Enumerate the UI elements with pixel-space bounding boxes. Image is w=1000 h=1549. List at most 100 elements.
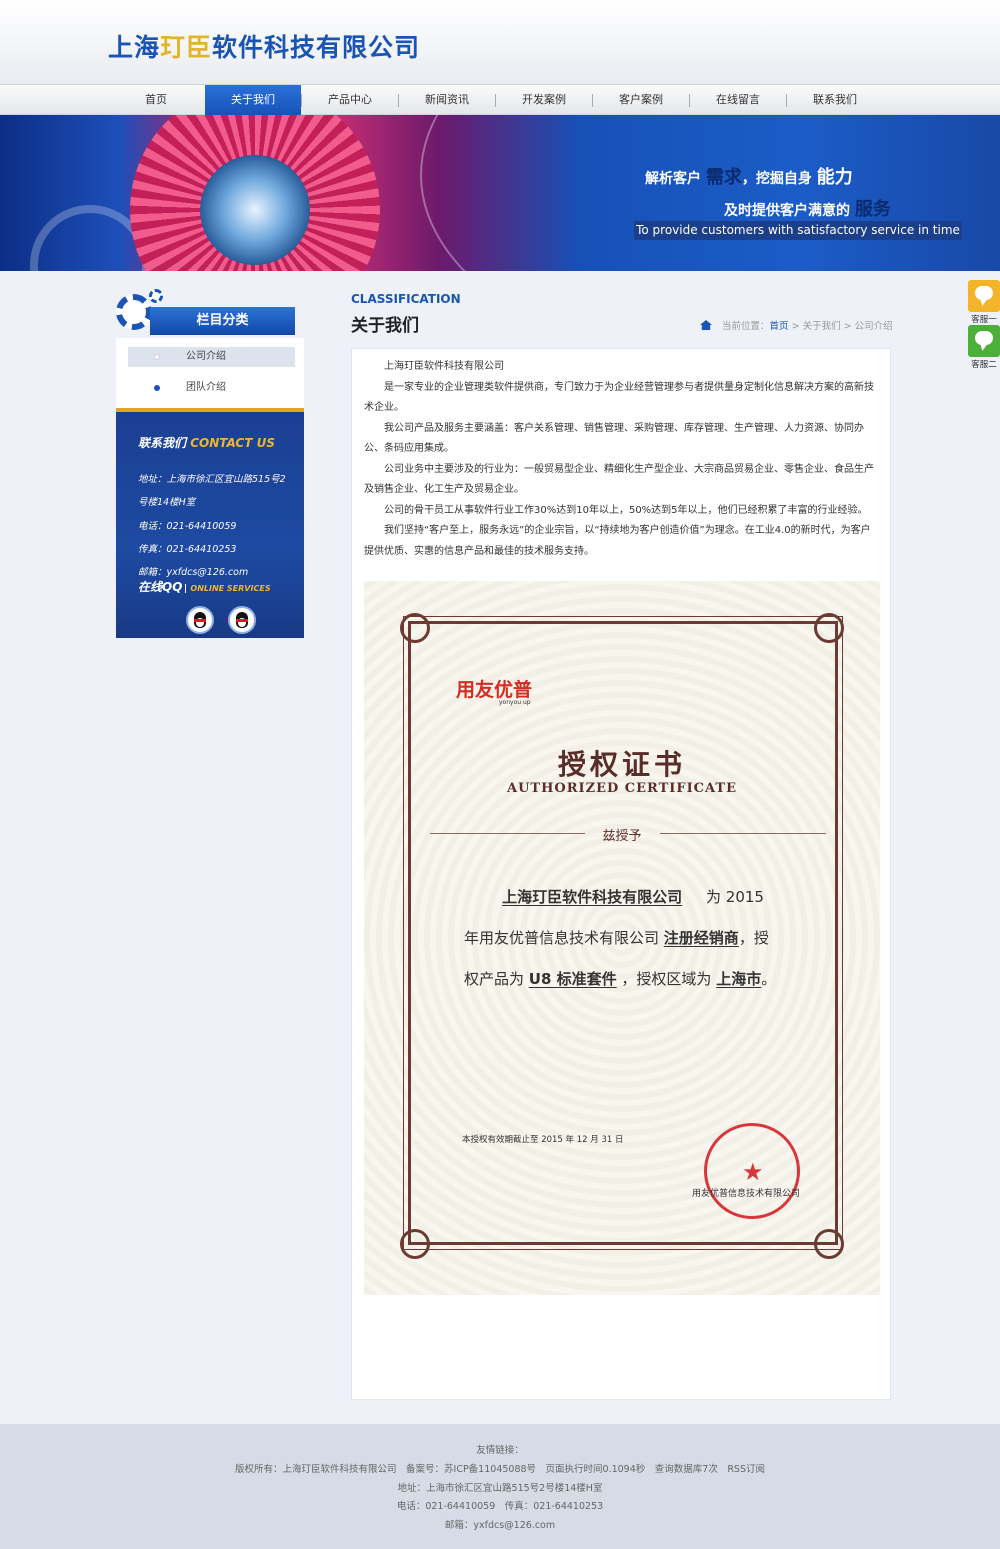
qq-penguin-icon[interactable] bbox=[186, 606, 214, 634]
small-gear-icon bbox=[149, 289, 163, 303]
breadcrumb-section-link[interactable]: 关于我们 bbox=[803, 321, 841, 332]
slogan-emphasis: 能力 bbox=[816, 167, 853, 188]
breadcrumb-separator: > bbox=[843, 321, 852, 332]
nav-item-about[interactable]: 关于我们 bbox=[205, 85, 301, 115]
banner-slogan-line2: 及时提供客户满意的 服务 bbox=[724, 195, 891, 221]
site-footer: 友情链接： 版权所有：上海玎臣软件科技有限公司 备案号：苏ICP备1104508… bbox=[0, 1424, 1000, 1549]
footer-address: 地址：上海市徐汇区宜山路515号2号楼14楼H室 bbox=[397, 1483, 603, 1494]
category-item-label: 团队介绍 bbox=[186, 382, 226, 393]
main-nav: 首页 关于我们 产品中心 新闻资讯 开发案例 客户案例 在线留言 联系我们 bbox=[0, 84, 1000, 115]
certificate-issuer: 用友优普信息技术有限公司 bbox=[692, 1189, 801, 1199]
breadcrumb-home-link[interactable]: 首页 bbox=[770, 321, 789, 332]
breadcrumb-prefix: 当前位置： bbox=[722, 321, 770, 332]
nav-item-dev-cases[interactable]: 开发案例 bbox=[496, 85, 592, 115]
category-header: 栏目分类 bbox=[116, 288, 304, 338]
certificate-validity: 本授权有效期截止至 2015 年 12 月 31 日 bbox=[462, 1135, 624, 1145]
frame-corner-ornament bbox=[400, 613, 430, 643]
intro-paragraph: 公司的骨干员工从事软件行业工作30%达到10年以上，50%达到5年以上，他们已经… bbox=[384, 504, 868, 516]
nav-item-client-cases[interactable]: 客户案例 bbox=[593, 85, 689, 115]
qq-label-en: ONLINE SERVICES bbox=[185, 584, 271, 593]
contact-title-en: CONTACT US bbox=[190, 436, 275, 450]
service-label: 客服二 bbox=[971, 360, 997, 370]
slogan-text: 解析客户 bbox=[645, 171, 701, 187]
logo-text-highlight: 玎臣 bbox=[160, 33, 213, 62]
cert-line-1: 上海玎臣软件科技有限公司 为 2015 bbox=[464, 877, 824, 918]
home-icon bbox=[700, 320, 712, 330]
nav-item-contact[interactable]: 联系我们 bbox=[787, 85, 883, 115]
qq-penguin-icon[interactable] bbox=[228, 606, 256, 634]
service-label: 客服一 bbox=[971, 315, 997, 325]
intro-paragraph: 我们坚持“客户至上，服务永远”的企业宗旨，以“持续地为客户创造价值”为理念。在工… bbox=[364, 525, 871, 557]
nav-item-news[interactable]: 新闻资讯 bbox=[399, 85, 495, 115]
intro-paragraph: 是一家专业的企业管理类软件提供商，专门致力于为企业经营管理参与者提供量身定制化信… bbox=[364, 381, 874, 414]
contact-title-cn: 联系我们 bbox=[138, 436, 187, 450]
yonyou-logo-sub: yonyou up bbox=[499, 699, 531, 706]
star-icon: ★ bbox=[742, 1158, 764, 1186]
cert-text: ，授权区域为 bbox=[621, 970, 712, 988]
contact-email: 邮箱：yxfdcs@126.com bbox=[138, 567, 249, 578]
logo-text-prefix: 上海 bbox=[108, 33, 161, 62]
contact-address: 地址：上海市徐汇区宜山路515号2 bbox=[138, 474, 286, 485]
contact-phone: 电话：021-64410059 bbox=[138, 521, 237, 532]
contact-title: 联系我们 CONTACT US bbox=[138, 434, 275, 451]
bullet-icon bbox=[154, 385, 160, 391]
company-seal: ★ bbox=[704, 1123, 800, 1219]
cert-text: 年用友优普信息技术有限公司 bbox=[464, 929, 660, 947]
slogan-text: 及时提供客户满意的 bbox=[724, 203, 850, 219]
company-intro-text: 上海玎臣软件科技有限公司 是一家专业的企业管理类软件提供商，专门致力于为企业经营… bbox=[364, 357, 880, 562]
copyright-line: 版权所有：上海玎臣软件科技有限公司 备案号：苏ICP备11045088号 页面执… bbox=[235, 1464, 765, 1475]
gear-icon bbox=[116, 294, 152, 330]
slogan-text: ，挖掘自身 bbox=[741, 171, 812, 187]
certificate-title: 授权证书 bbox=[557, 748, 686, 781]
customer-service-1[interactable]: 客服一 bbox=[968, 280, 1000, 325]
cert-line-3: 权产品为 U8 标准套件 ，授权区域为 上海市。 bbox=[464, 959, 824, 1000]
hero-banner: 解析客户 需求，挖掘自身 能力 及时提供客户满意的 服务 To provide … bbox=[0, 115, 1000, 271]
cert-text: 。 bbox=[761, 970, 777, 988]
banner-slogan-english: To provide customers with satisfactory s… bbox=[634, 221, 962, 240]
breadcrumb: 当前位置：首页 > 关于我们 > 公司介绍 bbox=[700, 318, 893, 332]
cert-text: 权产品为 bbox=[464, 970, 525, 988]
certificate-grant: 兹授予 bbox=[602, 829, 642, 844]
authorization-certificate-image: 用友优普 yonyou up 授权证书 AUTHORIZED CERTIFICA… bbox=[364, 581, 880, 1295]
banner-gear-hub bbox=[200, 155, 310, 265]
cert-product: U8 标准套件 bbox=[528, 970, 617, 988]
site-header: 上海玎臣软件科技有限公司 bbox=[0, 0, 1000, 84]
intro-paragraph: 公司业务中主要涉及的行业为：一般贸易型企业、精细化生产型企业、大宗商品贸易企业、… bbox=[364, 463, 874, 496]
category-title: 栏目分类 bbox=[150, 307, 295, 335]
frame-corner-ornament bbox=[400, 1229, 430, 1259]
chat-bubble-icon bbox=[968, 280, 1000, 312]
online-qq-title: 在线QQ ONLINE SERVICES bbox=[138, 578, 271, 595]
category-item-company-intro[interactable]: 公司介绍 bbox=[128, 347, 295, 367]
banner-slogan-line1: 解析客户 需求，挖掘自身 能力 bbox=[645, 163, 853, 189]
contact-panel: 联系我们 CONTACT US 地址：上海市徐汇区宜山路515号2 号楼14楼H… bbox=[116, 408, 304, 638]
cert-text: 为 2015 bbox=[706, 888, 764, 906]
nav-item-message[interactable]: 在线留言 bbox=[690, 85, 786, 115]
category-item-team-intro[interactable]: 团队介绍 bbox=[128, 378, 295, 398]
logo-text-suffix: 软件科技有限公司 bbox=[212, 33, 421, 62]
customer-service-2[interactable]: 客服二 bbox=[968, 325, 1000, 370]
content-panel: 上海玎臣软件科技有限公司 是一家专业的企业管理类软件提供商，专门致力于为企业经营… bbox=[351, 348, 891, 1400]
slogan-emphasis: 需求 bbox=[705, 167, 742, 188]
page-title: 关于我们 bbox=[351, 316, 419, 336]
slogan-emphasis: 服务 bbox=[854, 199, 891, 220]
cert-region: 上海市 bbox=[716, 970, 762, 988]
yonyou-logo: 用友优普 bbox=[456, 679, 533, 701]
contact-fax: 传真：021-64410253 bbox=[138, 544, 237, 555]
intro-paragraph: 上海玎臣软件科技有限公司 bbox=[384, 361, 504, 372]
cert-company: 上海玎臣软件科技有限公司 bbox=[502, 888, 683, 906]
nav-item-home[interactable]: 首页 bbox=[108, 85, 204, 115]
chat-bubble-icon bbox=[968, 325, 1000, 357]
site-logo[interactable]: 上海玎臣软件科技有限公司 bbox=[108, 28, 420, 64]
contact-address-cont: 号楼14楼H室 bbox=[138, 497, 196, 508]
cert-line-2: 年用友优普信息技术有限公司 注册经销商，授 bbox=[464, 918, 824, 959]
section-label-en: CLASSIFICATION bbox=[351, 292, 461, 306]
friend-links-label: 友情链接： bbox=[476, 1445, 524, 1456]
cert-text: ，授 bbox=[738, 929, 769, 947]
nav-item-products[interactable]: 产品中心 bbox=[302, 85, 398, 115]
frame-corner-ornament bbox=[814, 1229, 844, 1259]
banner-arc-decoration bbox=[420, 115, 1000, 271]
certificate-title-en: AUTHORIZED CERTIFICATE bbox=[507, 781, 737, 796]
category-item-label: 公司介绍 bbox=[186, 351, 226, 362]
footer-phone-fax: 电话：021-64410059 传真：021-64410253 bbox=[396, 1501, 604, 1512]
certificate-body: 上海玎臣软件科技有限公司 为 2015 年用友优普信息技术有限公司 注册经销商，… bbox=[464, 877, 824, 1000]
